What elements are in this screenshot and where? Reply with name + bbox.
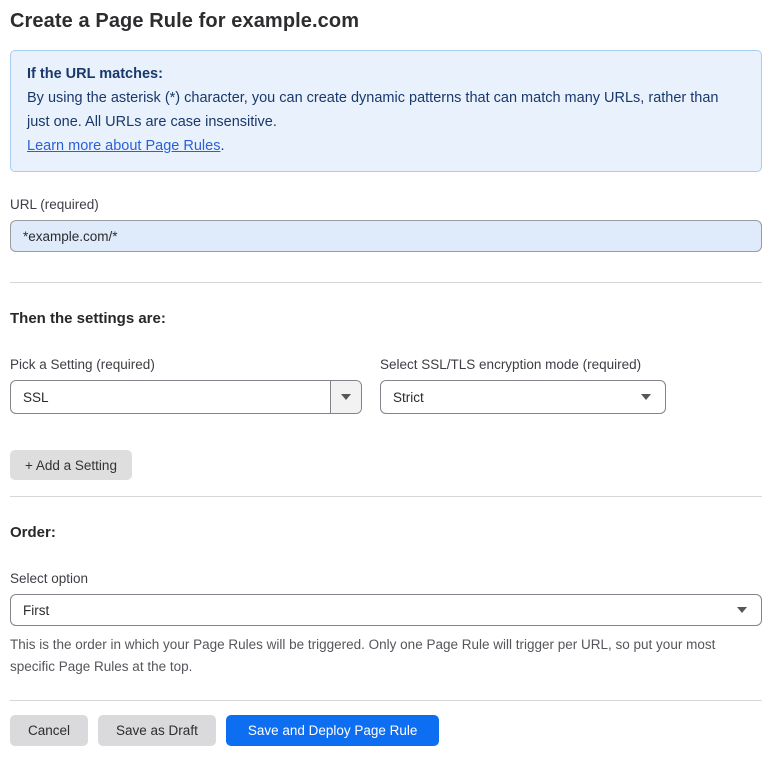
add-setting-button[interactable]: + Add a Setting [10, 450, 132, 480]
url-label: URL (required) [10, 197, 99, 212]
setting-select[interactable]: SSL [10, 380, 362, 414]
url-input[interactable] [10, 220, 762, 252]
section-divider [10, 496, 762, 497]
settings-row: Pick a Setting (required) SSL Select SSL… [10, 357, 762, 414]
mode-picker-group: Select SSL/TLS encryption mode (required… [380, 357, 666, 414]
create-page-rule-form: Create a Page Rule for example.com If th… [0, 0, 772, 760]
callout-heading: If the URL matches: [27, 66, 163, 82]
setting-select-value: SSL [23, 389, 49, 405]
url-field-group: URL (required) [10, 197, 762, 252]
url-match-callout: If the URL matches: By using the asteris… [10, 50, 762, 172]
cancel-button[interactable]: Cancel [10, 715, 89, 746]
section-divider [10, 700, 762, 701]
chevron-down-icon [737, 607, 747, 613]
setting-picker-group: Pick a Setting (required) SSL [10, 357, 362, 414]
chevron-down-icon [641, 394, 651, 400]
page-title: Create a Page Rule for example.com [10, 10, 360, 32]
section-divider [10, 282, 762, 283]
dropdown-arrow-box[interactable] [330, 381, 361, 413]
callout-link-line: Learn more about Page Rules. [27, 134, 745, 158]
order-heading: Order: [10, 524, 56, 541]
chevron-down-icon [341, 394, 351, 400]
footer-button-row: Cancel Save as Draft Save and Deploy Pag… [10, 715, 762, 746]
save-draft-button[interactable]: Save as Draft [98, 715, 216, 746]
order-select-label: Select option [10, 571, 89, 586]
order-select-value: First [23, 602, 50, 618]
order-select[interactable]: First [10, 594, 762, 626]
mode-picker-label: Select SSL/TLS encryption mode (required… [380, 357, 642, 372]
callout-body: By using the asterisk (*) character, you… [27, 90, 719, 130]
mode-select[interactable]: Strict [380, 380, 666, 414]
mode-select-value: Strict [393, 389, 424, 405]
callout-link-period: . [220, 138, 225, 154]
settings-heading: Then the settings are: [10, 310, 166, 327]
order-help-text: This is the order in which your Page Rul… [10, 637, 716, 674]
learn-more-link[interactable]: Learn more about Page Rules [27, 138, 220, 154]
save-deploy-button[interactable]: Save and Deploy Page Rule [225, 715, 440, 746]
setting-picker-label: Pick a Setting (required) [10, 357, 155, 372]
